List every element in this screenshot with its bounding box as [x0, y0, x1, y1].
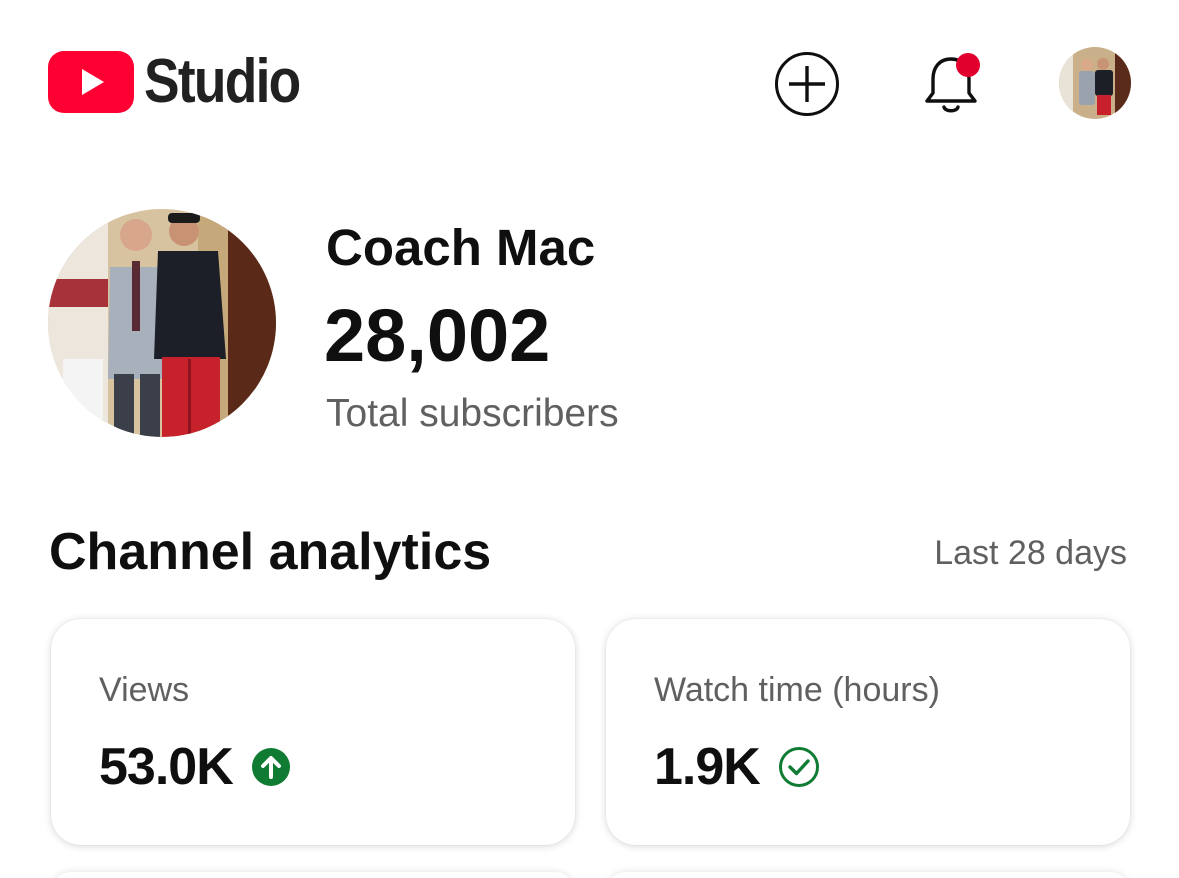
app-header: Studio: [0, 0, 1179, 160]
account-avatar[interactable]: [1059, 47, 1131, 119]
logo-text: Studio: [144, 47, 301, 116]
channel-avatar[interactable]: [48, 209, 276, 437]
watch-time-card[interactable]: Watch time (hours) 1.9K: [606, 619, 1130, 845]
notifications-button[interactable]: [918, 50, 984, 118]
card-value-row: 1.9K: [654, 737, 820, 797]
studio-dashboard: Studio Coach Mac 28,002 Total subscriber…: [0, 0, 1179, 878]
card-value: 53.0K: [99, 738, 234, 796]
card-value: 1.9K: [654, 738, 761, 796]
subscriber-label: Total subscribers: [326, 392, 619, 435]
next-card-peek: [606, 872, 1130, 878]
studio-logo[interactable]: Studio: [48, 50, 325, 114]
check-circle-icon: [778, 746, 820, 788]
next-card-peek: [51, 872, 575, 878]
add-circle-icon: [775, 52, 839, 116]
youtube-play-icon: [48, 51, 134, 113]
analytics-title: Channel analytics: [49, 523, 492, 581]
card-value-row: 53.0K: [99, 737, 291, 797]
create-button[interactable]: [774, 51, 840, 117]
arrow-up-circle-icon: [251, 747, 291, 787]
card-label: Views: [99, 671, 190, 709]
views-card[interactable]: Views 53.0K: [51, 619, 575, 845]
card-label: Watch time (hours): [654, 671, 940, 709]
notification-badge: [956, 53, 980, 77]
channel-name: Coach Mac: [326, 219, 596, 276]
analytics-date-range[interactable]: Last 28 days: [934, 531, 1127, 575]
subscriber-count: 28,002: [324, 294, 551, 377]
